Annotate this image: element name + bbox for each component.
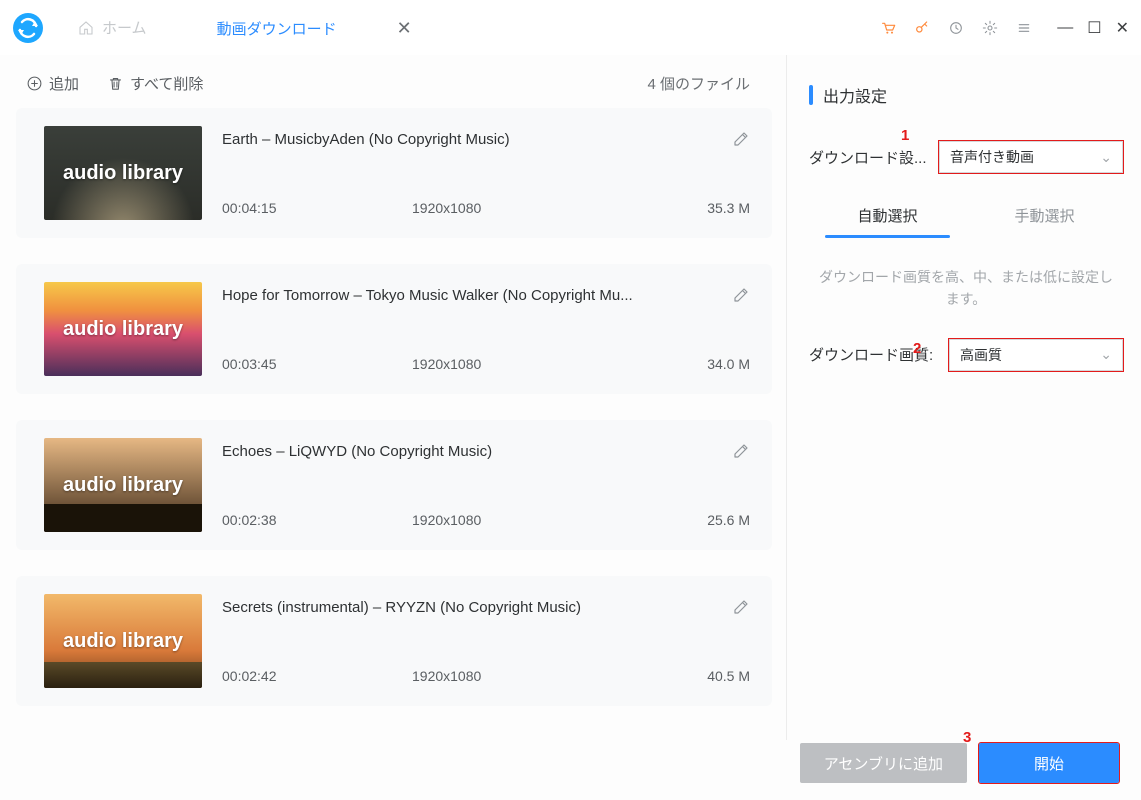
delete-all-button[interactable]: すべて削除 [107, 73, 203, 94]
download-icon [191, 21, 207, 37]
trash-icon [107, 75, 124, 92]
thumbnail: audio library [44, 126, 202, 220]
panel-divider [786, 55, 787, 740]
titlebar-actions: — ☐ ✕ [879, 18, 1133, 38]
item-title: Secrets (instrumental) – RYYZN (No Copyr… [222, 599, 722, 616]
thumbnail: audio library [44, 438, 202, 532]
item-resolution: 1920x1080 [412, 356, 707, 372]
tab-home[interactable]: ホーム [56, 0, 169, 55]
download-setting-select[interactable]: 音声付き動画 ⌄ [939, 141, 1123, 173]
window-maximize-button[interactable]: ☐ [1087, 18, 1101, 38]
tab-auto-select[interactable]: 自動選択 [809, 195, 966, 238]
tab-download-label: 動画ダウンロード [217, 18, 337, 39]
list-item[interactable]: audio library Secrets (instrumental) – R… [16, 576, 772, 706]
add-label: 追加 [49, 73, 79, 94]
item-resolution: 1920x1080 [412, 200, 707, 216]
window-minimize-button[interactable]: — [1057, 19, 1073, 37]
file-count: 4 個のファイル [647, 73, 750, 94]
item-duration: 00:03:45 [222, 356, 412, 372]
chevron-down-icon: ⌄ [1100, 346, 1112, 363]
download-quality-label: ダウンロード画質: [809, 344, 949, 365]
download-setting-label: ダウンロード設... [809, 147, 939, 168]
tab-manual-select[interactable]: 手動選択 [966, 195, 1123, 238]
item-title: Earth – MusicbyAden (No Copyright Music) [222, 131, 722, 148]
thumbnail: audio library [44, 282, 202, 376]
history-icon[interactable] [947, 19, 965, 37]
edit-icon[interactable] [732, 286, 750, 304]
home-icon [78, 20, 94, 36]
list-item[interactable]: audio library Hope for Tomorrow – Tokyo … [16, 264, 772, 394]
thumbnail: audio library [44, 594, 202, 688]
titlebar: ホーム 動画ダウンロード ✕ — ☐ ✕ [0, 0, 1141, 55]
app-logo [12, 12, 44, 44]
main-area: 追加 すべて削除 4 個のファイル audio library Earth – … [0, 55, 1141, 740]
tab-download[interactable]: 動画ダウンロード ✕ [169, 0, 430, 55]
item-size: 34.0 M [707, 356, 750, 372]
item-duration: 00:04:15 [222, 200, 412, 216]
add-button[interactable]: 追加 [26, 73, 79, 94]
list-item[interactable]: audio library Echoes – LiQWYD (No Copyri… [16, 420, 772, 550]
window-close-button[interactable]: ✕ [1116, 18, 1129, 38]
output-settings-panel: 出力設定 ダウンロード設... 音声付き動画 ⌄ 自動選択 手動選択 ダウンロー… [789, 55, 1141, 740]
list-toolbar: 追加 すべて削除 4 個のファイル [16, 55, 776, 108]
quality-help-text: ダウンロード画質を高、中、または低に設定します。 [809, 266, 1123, 311]
key-icon[interactable] [913, 19, 931, 37]
download-quality-select[interactable]: 高画質 ⌄ [949, 339, 1123, 371]
cart-icon[interactable] [879, 19, 897, 37]
file-list[interactable]: audio library Earth – MusicbyAden (No Co… [16, 108, 776, 740]
item-title: Echoes – LiQWYD (No Copyright Music) [222, 443, 722, 460]
chevron-down-icon: ⌄ [1100, 149, 1112, 166]
start-button[interactable]: 開始 [979, 743, 1119, 783]
list-item[interactable]: audio library Earth – MusicbyAden (No Co… [16, 108, 772, 238]
item-title: Hope for Tomorrow – Tokyo Music Walker (… [222, 287, 722, 304]
item-resolution: 1920x1080 [412, 668, 707, 684]
item-duration: 00:02:38 [222, 512, 412, 528]
file-list-panel: 追加 すべて削除 4 個のファイル audio library Earth – … [0, 55, 784, 740]
tab-close-button[interactable]: ✕ [397, 18, 412, 39]
footer: アセンブリに追加 開始 [800, 740, 1141, 800]
edit-icon[interactable] [732, 130, 750, 148]
tab-bar: ホーム 動画ダウンロード ✕ [56, 0, 879, 55]
delete-all-label: すべて削除 [130, 73, 203, 94]
gear-icon[interactable] [981, 19, 999, 37]
edit-icon[interactable] [732, 442, 750, 460]
section-title: 出力設定 [809, 83, 1123, 107]
plus-circle-icon [26, 75, 43, 92]
item-size: 25.6 M [707, 512, 750, 528]
quality-tabs: 自動選択 手動選択 [809, 195, 1123, 238]
add-to-assembly-button[interactable]: アセンブリに追加 [800, 743, 967, 783]
menu-icon[interactable] [1015, 19, 1033, 37]
edit-icon[interactable] [732, 598, 750, 616]
item-resolution: 1920x1080 [412, 512, 707, 528]
item-size: 40.5 M [707, 668, 750, 684]
item-duration: 00:02:42 [222, 668, 412, 684]
item-size: 35.3 M [707, 200, 750, 216]
tab-home-label: ホーム [102, 17, 147, 38]
